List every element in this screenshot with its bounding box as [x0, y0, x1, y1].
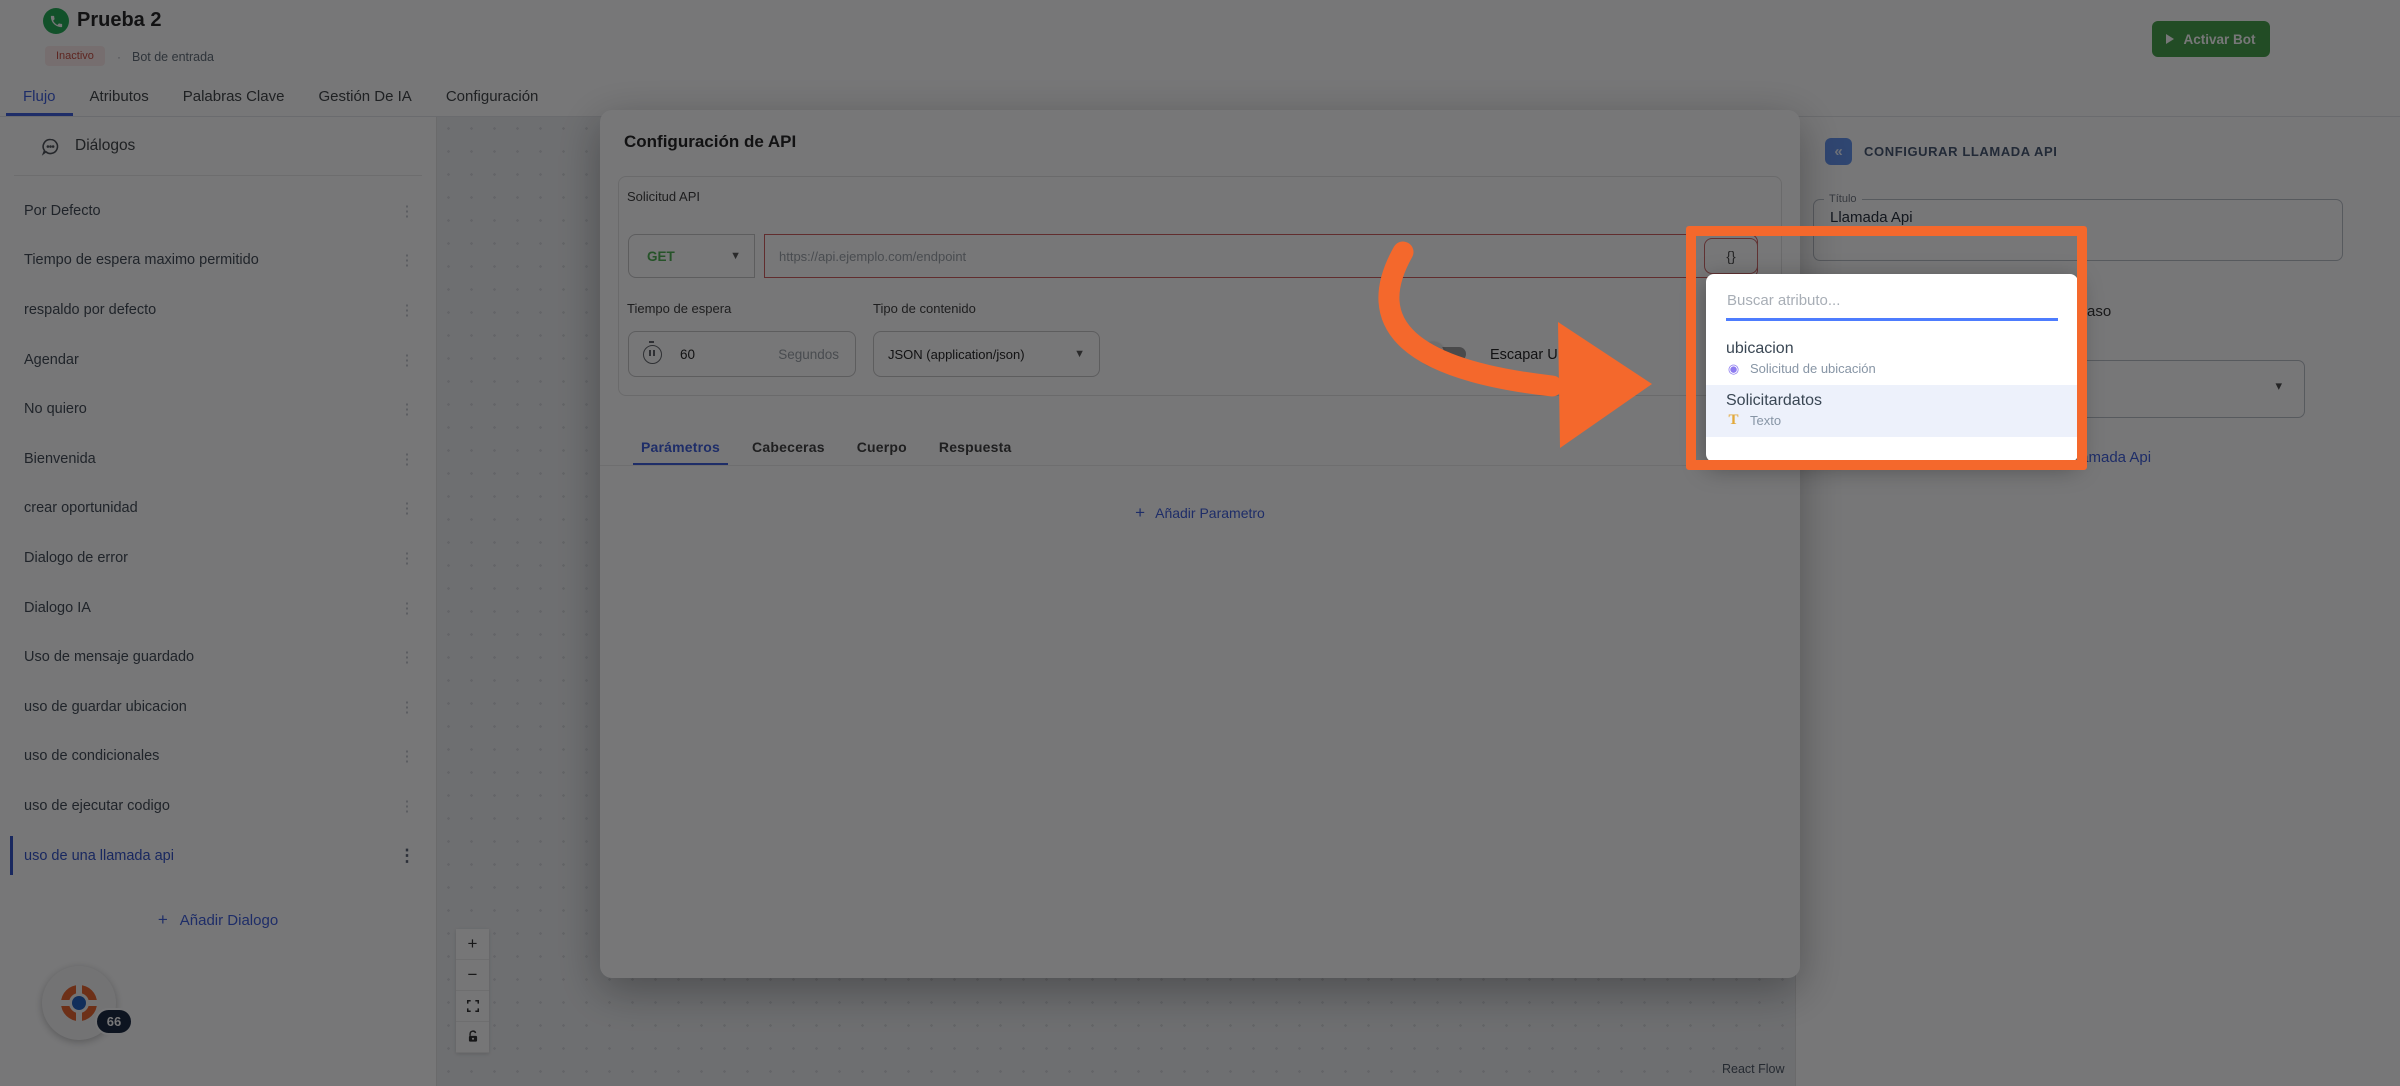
attribute-type-icon: [1726, 362, 1741, 375]
attribute-type-label: Solicitud de ubicación: [1750, 361, 1876, 376]
attribute-name: ubicacion: [1726, 340, 2058, 358]
attribute-option[interactable]: ubicacion Solicitud de ubicación: [1706, 333, 2078, 385]
attribute-sub: Texto: [1726, 413, 2058, 428]
attribute-option[interactable]: Solicitardatos Texto: [1706, 385, 2078, 437]
attribute-name: Solicitardatos: [1726, 392, 2058, 410]
attribute-type-label: Texto: [1750, 413, 1781, 428]
attribute-dropdown: ubicacion Solicitud de ubicación Solicit…: [1706, 274, 2078, 462]
attribute-type-icon: [1726, 413, 1741, 428]
attribute-list: ubicacion Solicitud de ubicación Solicit…: [1706, 333, 2078, 437]
attribute-search-input[interactable]: [1726, 292, 2058, 321]
app-screen: + − React Flow Prueba 2 Inactivo · Bot d…: [0, 0, 2400, 1086]
attribute-sub: Solicitud de ubicación: [1726, 361, 2058, 376]
dim-overlay: [0, 0, 2400, 1086]
